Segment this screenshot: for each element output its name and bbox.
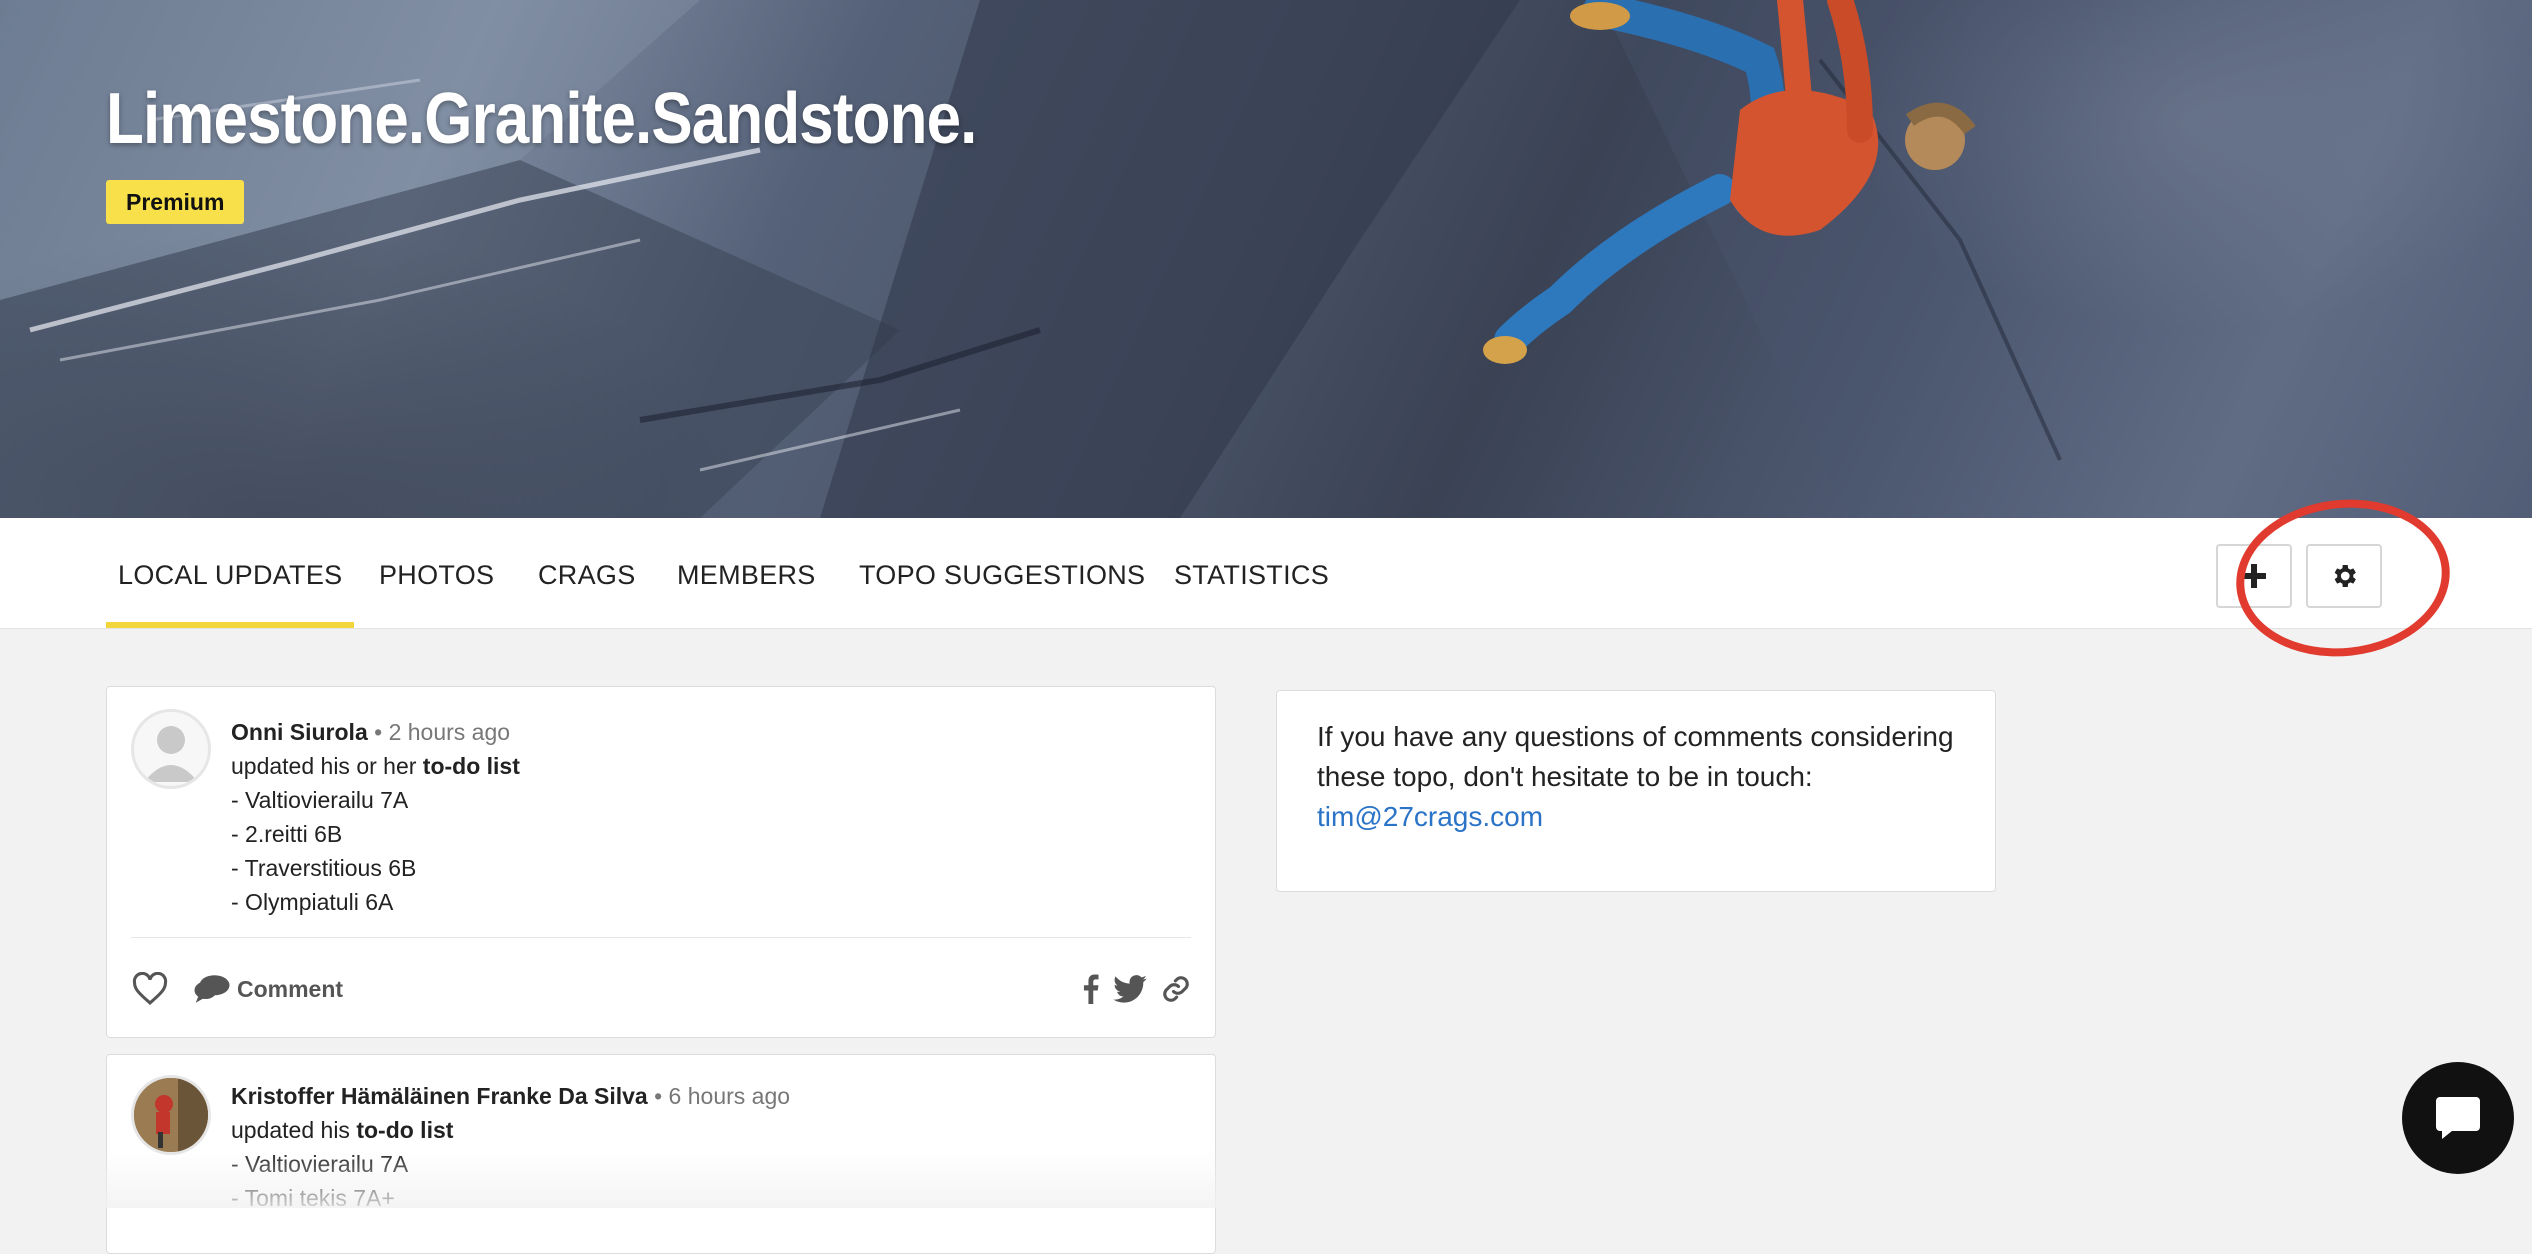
comment-button[interactable]: Comment <box>193 974 343 1004</box>
comment-icon <box>194 975 230 1003</box>
post-time: • 6 hours ago <box>654 1083 791 1109</box>
tab-crags[interactable]: CRAGS <box>538 518 636 628</box>
avatar[interactable] <box>131 709 211 789</box>
share-links <box>1083 974 1191 1004</box>
list-item: - Traverstitious 6B <box>231 855 417 881</box>
contact-email-link[interactable]: tim@27crags.com <box>1317 801 1543 832</box>
list-item: - Valtiovierailu 7A <box>231 1151 409 1177</box>
list-item: - 2.reitti 6B <box>231 821 343 847</box>
post-actions: Comment <box>131 967 1191 1011</box>
premium-badge: Premium <box>106 180 245 224</box>
tab-bar: LOCAL UPDATES PHOTOS CRAGS MEMBERS TOPO … <box>0 518 2532 629</box>
list-item: - Tomi tekis 7A+ <box>231 1185 395 1211</box>
like-button[interactable] <box>131 972 169 1006</box>
tab-members[interactable]: MEMBERS <box>677 518 816 628</box>
twitter-icon <box>1113 975 1147 1003</box>
chat-icon <box>2436 1097 2480 1139</box>
info-text: If you have any questions of comments co… <box>1317 721 1954 792</box>
copy-link-button[interactable] <box>1161 974 1191 1004</box>
twitter-share[interactable] <box>1113 975 1147 1003</box>
hero-banner: Limestone.Granite.Sandstone. Premium <box>0 0 2532 518</box>
list-item: - Olympiatuli 6A <box>231 889 394 915</box>
todo-list-link[interactable]: to-do list <box>423 753 520 779</box>
comment-label: Comment <box>237 975 344 1002</box>
action-text: updated his <box>231 1117 357 1143</box>
tab-statistics[interactable]: STATISTICS <box>1174 518 1329 628</box>
list-item: - Valtiovierailu 7A <box>231 787 409 813</box>
chat-button[interactable] <box>2402 1062 2514 1174</box>
post-time: • 2 hours ago <box>374 719 511 745</box>
todo-list-link[interactable]: to-do list <box>356 1117 453 1143</box>
feed-post: Kristoffer Hämäläinen Franke Da Silva • … <box>106 1054 1216 1254</box>
tab-photos[interactable]: PHOTOS <box>379 518 494 628</box>
author-name[interactable]: Onni Siurola <box>231 719 368 745</box>
action-text: updated his or her <box>231 753 423 779</box>
info-card: If you have any questions of comments co… <box>1276 690 1996 892</box>
post-content: Kristoffer Hämäläinen Franke Da Silva • … <box>231 1079 790 1215</box>
facebook-share[interactable] <box>1083 974 1099 1004</box>
tab-local-updates[interactable]: LOCAL UPDATES <box>105 518 355 628</box>
page-title: Limestone.Granite.Sandstone. <box>106 79 977 159</box>
default-avatar-icon <box>144 726 198 782</box>
post-content: Onni Siurola • 2 hours ago updated his o… <box>231 715 520 919</box>
divider <box>131 937 1191 938</box>
heart-icon <box>132 972 168 1005</box>
tab-topo-suggestions[interactable]: TOPO SUGGESTIONS <box>859 518 1145 628</box>
info-text-block: If you have any questions of comments co… <box>1317 717 1967 837</box>
link-icon <box>1163 976 1189 1002</box>
avatar[interactable] <box>131 1075 211 1155</box>
user-photo <box>134 1078 208 1152</box>
feed-post: Onni Siurola • 2 hours ago updated his o… <box>106 686 1216 1038</box>
author-name[interactable]: Kristoffer Hämäläinen Franke Da Silva <box>231 1083 648 1109</box>
facebook-icon <box>1083 974 1099 1004</box>
